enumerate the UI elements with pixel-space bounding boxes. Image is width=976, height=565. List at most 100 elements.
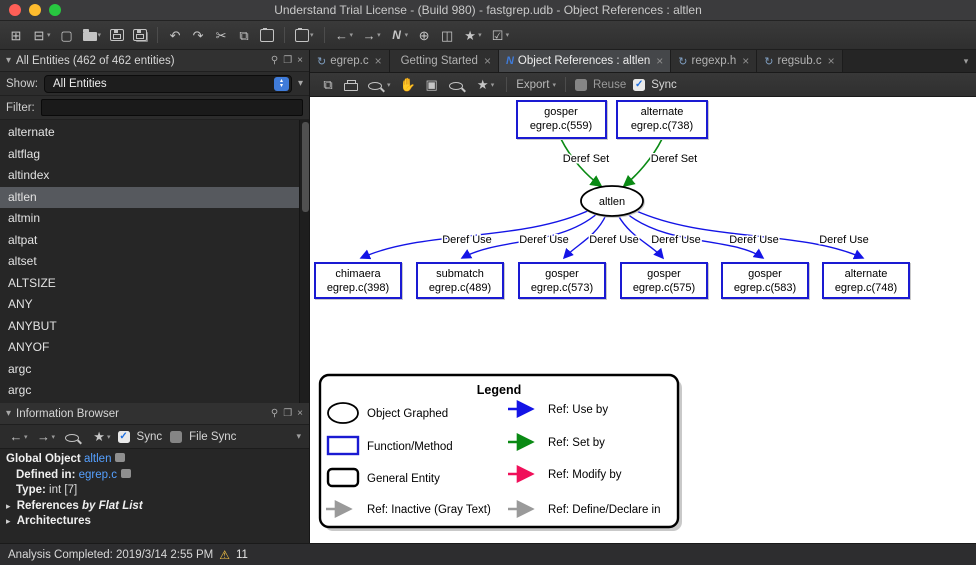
favorites-icon[interactable]: ★ ▾: [460, 24, 485, 46]
entity-list-item[interactable]: altindex: [0, 165, 299, 187]
tab-close-icon[interactable]: ×: [484, 54, 491, 68]
graph-node[interactable]: submatch egrep.c(489): [417, 263, 503, 298]
forward-icon[interactable]: → ▾: [34, 426, 59, 448]
editor-tab[interactable]: ↻ regexp.h ×: [671, 50, 757, 72]
print-icon[interactable]: ▾: [341, 74, 361, 96]
expand-icon[interactable]: [115, 453, 125, 462]
export-button[interactable]: Export ▾: [516, 79, 556, 91]
pan-hand-icon[interactable]: ✋ ▾: [397, 74, 419, 96]
close-panel-icon[interactable]: ×: [297, 408, 303, 419]
checklist-icon[interactable]: ☑ ▾: [488, 24, 513, 46]
reuse-checkbox[interactable]: [575, 79, 587, 91]
graph-node[interactable]: chimaera egrep.c(398): [315, 263, 401, 298]
favorites-icon[interactable]: ★ ▾: [473, 74, 498, 96]
selection-mode-icon[interactable]: ▣ ▾: [422, 74, 442, 96]
collapse-panel-icon[interactable]: ▾: [6, 55, 11, 66]
disclosure-triangle-icon[interactable]: ▸: [6, 501, 11, 511]
panel-menu-icon[interactable]: ▾: [298, 78, 303, 89]
copy-icon[interactable]: ⧉ ▾: [234, 24, 254, 46]
redo-icon[interactable]: ↷ ▾: [188, 24, 208, 46]
tab-close-icon[interactable]: ×: [742, 54, 749, 68]
entity-browser-icon[interactable]: ◫ ▾: [437, 24, 457, 46]
entity-list-item[interactable]: alternate: [0, 122, 299, 144]
tab-close-icon[interactable]: ×: [828, 54, 835, 68]
entity-list-item[interactable]: altmin: [0, 208, 299, 230]
entities-scrollbar[interactable]: [299, 120, 309, 403]
open-file-icon[interactable]: ▾: [80, 24, 105, 46]
nav-back-icon[interactable]: ← ▾: [332, 24, 357, 46]
graph-sync-checkbox[interactable]: [633, 79, 645, 91]
back-icon[interactable]: ← ▾: [6, 426, 31, 448]
copy-graph-icon[interactable]: ⧉ ▾: [318, 74, 338, 96]
entity-list-item[interactable]: argc: [0, 380, 299, 402]
global-object-link[interactable]: altlen: [84, 453, 112, 465]
graph-node[interactable]: gosper egrep.c(575): [621, 263, 707, 298]
web-icon[interactable]: ⊕ ▾: [414, 24, 434, 46]
filter-label: Filter:: [6, 102, 35, 114]
nav-forward-icon[interactable]: → ▾: [359, 24, 384, 46]
save-icon[interactable]: ▾: [107, 24, 127, 46]
graph-node[interactable]: gosper egrep.c(559): [517, 101, 606, 138]
zoom-select-icon[interactable]: ▾: [445, 74, 470, 96]
open-project-icon[interactable]: ⊟ ▾: [29, 24, 54, 46]
editor-tab[interactable]: ↻ egrep.c ×: [310, 50, 390, 72]
pin-icon[interactable]: ⚲: [271, 408, 278, 419]
metrics-icon[interactable]: N ▾: [387, 24, 412, 46]
panel-menu-icon[interactable]: ▾: [294, 431, 303, 442]
tab-close-icon[interactable]: ×: [375, 54, 382, 68]
tab-close-icon[interactable]: ×: [656, 54, 663, 68]
close-panel-icon[interactable]: ×: [297, 55, 303, 66]
disclosure-triangle-icon[interactable]: ▸: [6, 516, 11, 526]
entity-list-item[interactable]: ANY: [0, 294, 299, 316]
defined-in-link[interactable]: egrep.c: [79, 469, 117, 481]
editor-tab[interactable]: Getting Started ×: [390, 50, 499, 72]
new-file-icon[interactable]: ▢ ▾: [57, 24, 77, 46]
float-panel-icon[interactable]: ❐: [283, 408, 292, 419]
collapse-panel-icon[interactable]: ▾: [6, 408, 11, 419]
expand-icon[interactable]: [121, 469, 131, 478]
entity-kind-dropdown[interactable]: All Entities ▴▾: [44, 75, 292, 93]
float-panel-icon[interactable]: ❐: [283, 55, 292, 66]
graph-node[interactable]: gosper egrep.c(573): [519, 263, 605, 298]
file-sync-checkbox[interactable]: [170, 431, 182, 443]
close-window-button[interactable]: [9, 4, 21, 16]
sync-checkbox[interactable]: [118, 431, 130, 443]
info-row-references[interactable]: ▸ References by Flat List: [6, 499, 303, 515]
zoom-icon[interactable]: ▾: [364, 74, 394, 96]
undo-icon[interactable]: ↶ ▾: [165, 24, 185, 46]
graph-node[interactable]: gosper egrep.c(583): [722, 263, 808, 298]
filter-input[interactable]: [41, 99, 303, 116]
editor-tab[interactable]: ↻ regsub.c ×: [757, 50, 842, 72]
zoom-window-button[interactable]: [49, 4, 61, 16]
graph-node[interactable]: alternate egrep.c(738): [617, 101, 707, 138]
entity-list-item[interactable]: argc: [0, 359, 299, 381]
warning-count[interactable]: 11: [236, 549, 248, 561]
tab-list-button[interactable]: ▾: [956, 50, 976, 72]
entity-list-item[interactable]: ALTSIZE: [0, 273, 299, 295]
graph-node[interactable]: alternate egrep.c(748): [823, 263, 909, 298]
editor-tab[interactable]: N Object References : altlen ×: [499, 50, 671, 72]
entity-name: altlen: [8, 190, 37, 204]
graph-node-center[interactable]: altlen: [581, 186, 643, 216]
chevron-down-icon: ▾: [964, 56, 969, 67]
entity-list-item[interactable]: ANYOF: [0, 337, 299, 359]
minimize-window-button[interactable]: [29, 4, 41, 16]
warning-icon[interactable]: ⚠: [219, 548, 230, 562]
graph-canvas[interactable]: Deref Set Deref Set Deref Use Deref Use …: [310, 97, 976, 543]
paste-icon[interactable]: ▾: [257, 24, 277, 46]
entity-list-item[interactable]: ANYBUT: [0, 316, 299, 338]
entity-list-item[interactable]: altflag: [0, 144, 299, 166]
new-project-icon[interactable]: ⊞ ▾: [6, 24, 26, 46]
app-window: Understand Trial License - (Build 980) -…: [0, 0, 976, 565]
entity-list-item[interactable]: altlen: [0, 187, 299, 209]
cut-icon[interactable]: ✂ ▾: [211, 24, 231, 46]
save-all-icon[interactable]: ▾: [130, 24, 150, 46]
entity-list-item[interactable]: altpat: [0, 230, 299, 252]
search-icon[interactable]: ▾: [61, 426, 86, 448]
pin-icon[interactable]: ⚲: [271, 55, 278, 66]
scrollbar-thumb[interactable]: [302, 122, 309, 212]
favorites-icon[interactable]: ★ ▾: [89, 426, 114, 448]
entity-list-item[interactable]: altset: [0, 251, 299, 273]
info-row-architectures[interactable]: ▸ Architectures: [6, 514, 303, 530]
paste-special-icon[interactable]: ▾: [292, 24, 317, 46]
